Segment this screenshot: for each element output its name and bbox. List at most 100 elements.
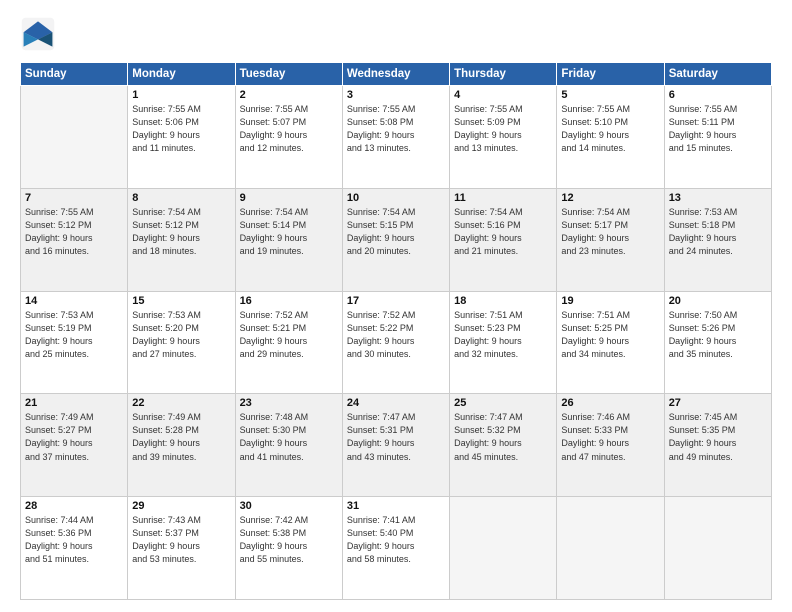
day-info: Sunrise: 7:41 AM Sunset: 5:40 PM Dayligh… <box>347 514 445 566</box>
day-info: Sunrise: 7:54 AM Sunset: 5:15 PM Dayligh… <box>347 206 445 258</box>
weekday-header: Monday <box>128 63 235 86</box>
day-info: Sunrise: 7:49 AM Sunset: 5:28 PM Dayligh… <box>132 411 230 463</box>
calendar-day-cell: 29 Sunrise: 7:43 AM Sunset: 5:37 PM Dayli… <box>128 497 235 600</box>
day-number: 17 <box>347 295 445 307</box>
day-number: 12 <box>561 192 659 204</box>
day-info: Sunrise: 7:52 AM Sunset: 5:22 PM Dayligh… <box>347 309 445 361</box>
calendar-day-cell: 10 Sunrise: 7:54 AM Sunset: 5:15 PM Dayli… <box>342 188 449 291</box>
calendar-day-cell: 28 Sunrise: 7:44 AM Sunset: 5:36 PM Dayli… <box>21 497 128 600</box>
calendar-day-cell: 4Sunrise: 7:55 AM Sunset: 5:09 PM Daylig… <box>450 86 557 189</box>
day-info: Sunrise: 7:55 AM Sunset: 5:07 PM Dayligh… <box>240 103 338 155</box>
day-info: Sunrise: 7:53 AM Sunset: 5:20 PM Dayligh… <box>132 309 230 361</box>
calendar-day-cell: 27 Sunrise: 7:45 AM Sunset: 5:35 PM Dayli… <box>664 394 771 497</box>
day-number: 24 <box>347 397 445 409</box>
day-number: 23 <box>240 397 338 409</box>
day-number: 8 <box>132 192 230 204</box>
calendar-header-row: SundayMondayTuesdayWednesdayThursdayFrid… <box>21 63 772 86</box>
logo-icon <box>20 16 56 52</box>
day-info: Sunrise: 7:54 AM Sunset: 5:16 PM Dayligh… <box>454 206 552 258</box>
day-number: 13 <box>669 192 767 204</box>
weekday-header: Tuesday <box>235 63 342 86</box>
calendar-day-cell: 3 Sunrise: 7:55 AM Sunset: 5:08 PM Daylig… <box>342 86 449 189</box>
day-number: 30 <box>240 500 338 512</box>
day-info: Sunrise: 7:50 AM Sunset: 5:26 PM Dayligh… <box>669 309 767 361</box>
day-number: 28 <box>25 500 123 512</box>
day-info: Sunrise: 7:45 AM Sunset: 5:35 PM Dayligh… <box>669 411 767 463</box>
day-number: 22 <box>132 397 230 409</box>
day-info: Sunrise: 7:46 AM Sunset: 5:33 PM Dayligh… <box>561 411 659 463</box>
day-number: 21 <box>25 397 123 409</box>
day-number: 5 <box>561 89 659 101</box>
calendar-day-cell: 16 Sunrise: 7:52 AM Sunset: 5:21 PM Dayli… <box>235 291 342 394</box>
day-info: Sunrise: 7:47 AM Sunset: 5:31 PM Dayligh… <box>347 411 445 463</box>
day-number: 29 <box>132 500 230 512</box>
day-info: Sunrise: 7:54 AM Sunset: 5:14 PM Dayligh… <box>240 206 338 258</box>
day-info: Sunrise: 7:55 AM Sunset: 5:12 PM Dayligh… <box>25 206 123 258</box>
day-info: Sunrise: 7:48 AM Sunset: 5:30 PM Dayligh… <box>240 411 338 463</box>
day-info: Sunrise: 7:55 AM Sunset: 5:08 PM Dayligh… <box>347 103 445 155</box>
day-number: 14 <box>25 295 123 307</box>
day-info: Sunrise: 7:53 AM Sunset: 5:18 PM Dayligh… <box>669 206 767 258</box>
weekday-header: Sunday <box>21 63 128 86</box>
day-number: 15 <box>132 295 230 307</box>
day-info: Sunrise: 7:52 AM Sunset: 5:21 PM Dayligh… <box>240 309 338 361</box>
weekday-header: Thursday <box>450 63 557 86</box>
day-info: Sunrise: 7:51 AM Sunset: 5:23 PM Dayligh… <box>454 309 552 361</box>
calendar-day-cell: 7 Sunrise: 7:55 AM Sunset: 5:12 PM Daylig… <box>21 188 128 291</box>
day-info: Sunrise: 7:53 AM Sunset: 5:19 PM Dayligh… <box>25 309 123 361</box>
calendar-day-cell <box>21 86 128 189</box>
day-number: 6 <box>669 89 767 101</box>
calendar-day-cell: 23 Sunrise: 7:48 AM Sunset: 5:30 PM Dayli… <box>235 394 342 497</box>
calendar-day-cell: 14 Sunrise: 7:53 AM Sunset: 5:19 PM Dayli… <box>21 291 128 394</box>
calendar-day-cell <box>664 497 771 600</box>
calendar-week-row: 7 Sunrise: 7:55 AM Sunset: 5:12 PM Daylig… <box>21 188 772 291</box>
weekday-header: Friday <box>557 63 664 86</box>
calendar-day-cell: 26 Sunrise: 7:46 AM Sunset: 5:33 PM Dayli… <box>557 394 664 497</box>
calendar-day-cell: 21 Sunrise: 7:49 AM Sunset: 5:27 PM Dayli… <box>21 394 128 497</box>
day-number: 10 <box>347 192 445 204</box>
calendar-day-cell: 24 Sunrise: 7:47 AM Sunset: 5:31 PM Dayli… <box>342 394 449 497</box>
weekday-header: Saturday <box>664 63 771 86</box>
calendar-day-cell: 11Sunrise: 7:54 AM Sunset: 5:16 PM Dayli… <box>450 188 557 291</box>
day-number: 19 <box>561 295 659 307</box>
calendar-day-cell: 15 Sunrise: 7:53 AM Sunset: 5:20 PM Dayli… <box>128 291 235 394</box>
day-number: 20 <box>669 295 767 307</box>
day-number: 7 <box>25 192 123 204</box>
day-info: Sunrise: 7:43 AM Sunset: 5:37 PM Dayligh… <box>132 514 230 566</box>
calendar-day-cell: 9Sunrise: 7:54 AM Sunset: 5:14 PM Daylig… <box>235 188 342 291</box>
calendar: SundayMondayTuesdayWednesdayThursdayFrid… <box>20 62 772 600</box>
calendar-day-cell: 13 Sunrise: 7:53 AM Sunset: 5:18 PM Dayli… <box>664 188 771 291</box>
day-info: Sunrise: 7:55 AM Sunset: 5:11 PM Dayligh… <box>669 103 767 155</box>
day-number: 3 <box>347 89 445 101</box>
day-number: 18 <box>454 295 552 307</box>
calendar-day-cell: 5Sunrise: 7:55 AM Sunset: 5:10 PM Daylig… <box>557 86 664 189</box>
calendar-week-row: 21 Sunrise: 7:49 AM Sunset: 5:27 PM Dayli… <box>21 394 772 497</box>
calendar-week-row: 1Sunrise: 7:55 AM Sunset: 5:06 PM Daylig… <box>21 86 772 189</box>
day-info: Sunrise: 7:51 AM Sunset: 5:25 PM Dayligh… <box>561 309 659 361</box>
day-number: 26 <box>561 397 659 409</box>
calendar-day-cell: 20 Sunrise: 7:50 AM Sunset: 5:26 PM Dayli… <box>664 291 771 394</box>
calendar-week-row: 28 Sunrise: 7:44 AM Sunset: 5:36 PM Dayli… <box>21 497 772 600</box>
day-number: 4 <box>454 89 552 101</box>
calendar-day-cell: 2 Sunrise: 7:55 AM Sunset: 5:07 PM Daylig… <box>235 86 342 189</box>
day-number: 25 <box>454 397 552 409</box>
day-number: 27 <box>669 397 767 409</box>
calendar-day-cell: 30Sunrise: 7:42 AM Sunset: 5:38 PM Dayli… <box>235 497 342 600</box>
calendar-day-cell: 12 Sunrise: 7:54 AM Sunset: 5:17 PM Dayli… <box>557 188 664 291</box>
calendar-day-cell <box>557 497 664 600</box>
calendar-day-cell: 1Sunrise: 7:55 AM Sunset: 5:06 PM Daylig… <box>128 86 235 189</box>
day-info: Sunrise: 7:54 AM Sunset: 5:12 PM Dayligh… <box>132 206 230 258</box>
day-number: 2 <box>240 89 338 101</box>
calendar-week-row: 14 Sunrise: 7:53 AM Sunset: 5:19 PM Dayli… <box>21 291 772 394</box>
calendar-day-cell: 8 Sunrise: 7:54 AM Sunset: 5:12 PM Daylig… <box>128 188 235 291</box>
header <box>20 16 772 52</box>
day-number: 31 <box>347 500 445 512</box>
day-info: Sunrise: 7:49 AM Sunset: 5:27 PM Dayligh… <box>25 411 123 463</box>
calendar-day-cell: 18 Sunrise: 7:51 AM Sunset: 5:23 PM Dayli… <box>450 291 557 394</box>
day-info: Sunrise: 7:54 AM Sunset: 5:17 PM Dayligh… <box>561 206 659 258</box>
calendar-day-cell: 19 Sunrise: 7:51 AM Sunset: 5:25 PM Dayli… <box>557 291 664 394</box>
day-number: 16 <box>240 295 338 307</box>
weekday-header: Wednesday <box>342 63 449 86</box>
day-info: Sunrise: 7:44 AM Sunset: 5:36 PM Dayligh… <box>25 514 123 566</box>
day-info: Sunrise: 7:55 AM Sunset: 5:06 PM Dayligh… <box>132 103 230 155</box>
